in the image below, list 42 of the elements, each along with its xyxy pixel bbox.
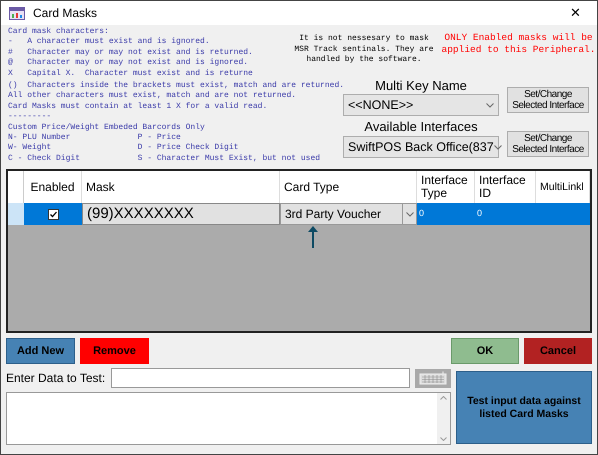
column-header-text: Interface Type	[421, 174, 469, 200]
scrollbar[interactable]	[437, 393, 450, 444]
dropdown[interactable]: <<NONE>>	[343, 94, 499, 116]
row-header	[8, 203, 24, 225]
keyboard-button[interactable]	[415, 368, 451, 388]
column-header-text: MultiLinkl	[540, 180, 584, 194]
test-data-label: Enter Data to Test:	[6, 370, 106, 387]
chevron-down-icon	[486, 102, 494, 108]
help-text: Card mask characters: - A character must exist and is ignored. # Character may or may not exist and is returned. @ Character may or may not exist and is ignored. X Capital X. Character must exist and is returne	[8, 27, 254, 80]
set-change-button[interactable]: Set/Change Selected Interface	[507, 131, 589, 157]
test-result-area[interactable]	[6, 392, 451, 445]
multi-key-label: Multi Key Name	[375, 78, 467, 94]
remove-button[interactable]: Remove	[80, 338, 149, 364]
interfaces-label: Available Interfaces	[364, 118, 478, 136]
column-header-text: Enabled	[30, 180, 75, 194]
window-title: Card Masks	[33, 5, 98, 22]
column-header-text: Interface ID	[479, 174, 527, 200]
card-type-dropdown[interactable]: 3rd Party Voucher	[280, 203, 417, 225]
scroll-down-icon[interactable]	[440, 437, 447, 441]
sentinel-note: It is not nessesary to mask MSR Track sentinals. They are handled by the software.	[293, 34, 435, 66]
close-button[interactable]: ✕	[562, 3, 589, 23]
table-row[interactable]: (99)XXXXXXXX 3rd Party Voucher 0 0	[8, 203, 590, 225]
test-data-field[interactable]	[111, 368, 410, 388]
chevron-down-icon	[406, 212, 414, 216]
mask-field[interactable]: (99)XXXXXXXX	[82, 203, 280, 225]
table-cell-text: 0	[418, 207, 426, 220]
warning-note: ONLY Enabled masks will be applied to this Peripheral.	[440, 32, 596, 56]
keyboard-icon	[419, 371, 447, 385]
column-header-text: Mask	[86, 180, 115, 194]
ok-button[interactable]: OK	[451, 338, 519, 364]
table-cell-text: 0	[476, 207, 484, 220]
test-masks-button[interactable]: Test input data against listed Card Masks	[456, 371, 592, 444]
enabled-checkbox[interactable]	[48, 208, 58, 220]
window-app-icon	[9, 6, 25, 20]
set-change-button[interactable]: Set/Change Selected Interface	[507, 87, 589, 113]
dropdown[interactable]: SwiftPOS Back Office(837	[343, 136, 499, 158]
up-arrow-icon	[308, 226, 318, 248]
add-new-button[interactable]: Add New	[6, 338, 75, 364]
help-text: () Characters inside the brackets must exist, match and are returned. All other characters must exist, match and are not returned. Card Masks must contain at least 1 X for a valid read. --------- Custom Price/Weight Embeded Barcords Only N- PLU Number P - Price W- Weight D - Price Check Digit C - Check Digit S - Character Must Exist, but not used	[8, 81, 343, 164]
column-header-text: Card Type	[284, 180, 340, 194]
chevron-down-icon	[494, 144, 502, 150]
scroll-up-icon[interactable]	[440, 396, 447, 400]
